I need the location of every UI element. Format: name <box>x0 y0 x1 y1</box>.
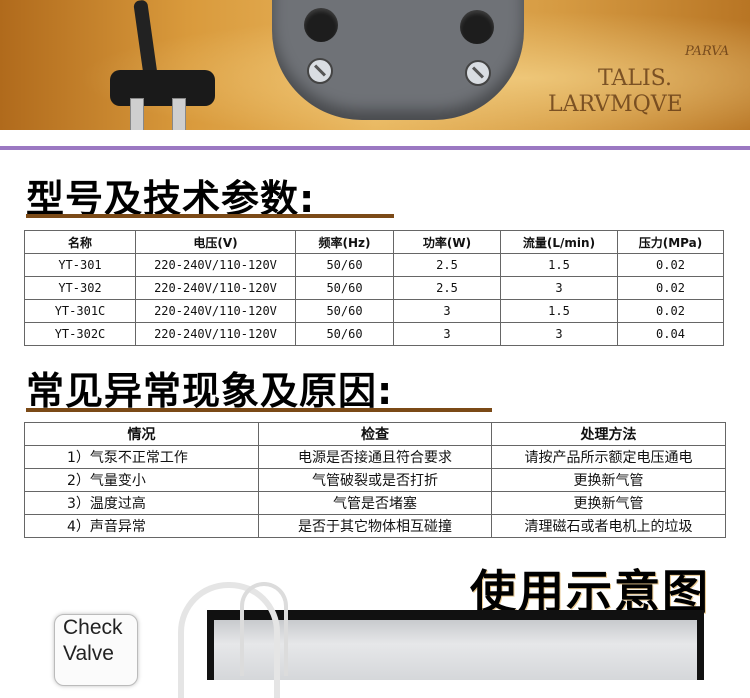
column-header: 名称 <box>24 230 136 254</box>
table-row: 2）气量变小 气管破裂或是否打折 更换新气管 <box>24 468 726 492</box>
air-tube <box>240 582 288 676</box>
table-cell: 50/60 <box>295 253 394 277</box>
table-cell: 220-240V/110-120V <box>135 276 296 300</box>
table-cell: YT-301C <box>24 299 136 323</box>
table-cell: 0.02 <box>617 253 724 277</box>
section-divider <box>0 146 750 150</box>
check-valve-label: Check Valve <box>54 614 138 686</box>
table-cell: 更换新气管 <box>491 468 726 492</box>
table-cell: 3 <box>393 299 501 323</box>
table-cell: 4）声音异常 <box>24 514 259 538</box>
title-underline <box>26 408 492 412</box>
screw-icon <box>465 60 491 86</box>
column-header: 处理方法 <box>491 422 726 446</box>
table-row: YT-302 220-240V/110-120V 50/60 2.5 3 0.0… <box>24 276 724 300</box>
column-header: 功率(W) <box>393 230 501 254</box>
plug-prong <box>172 98 186 130</box>
table-cell: 0.02 <box>617 276 724 300</box>
section-title-troubleshooting: 常见异常现象及原因: <box>26 369 394 413</box>
map-text: LARVMQVE <box>548 92 683 117</box>
table-cell: 清理磁石或者电机上的垃圾 <box>491 514 726 538</box>
rubber-foot <box>460 10 494 44</box>
air-pump-device <box>272 0 524 120</box>
product-banner: TALIS. LARVMQVE PARVA <box>0 0 750 130</box>
table-header-row: 名称 电压(V) 频率(Hz) 功率(W) 流量(L/min) 压力(MPa) <box>24 230 724 254</box>
table-row: 1）气泵不正常工作 电源是否接通且符合要求 请按产品所示额定电压通电 <box>24 445 726 469</box>
table-cell: 1.5 <box>500 299 618 323</box>
column-header: 压力(MPa) <box>617 230 724 254</box>
table-cell: 50/60 <box>295 299 394 323</box>
column-header: 情况 <box>24 422 259 446</box>
column-header: 频率(Hz) <box>295 230 394 254</box>
check-valve-text: Check <box>63 616 123 639</box>
table-header-row: 情况 检查 处理方法 <box>24 422 726 446</box>
table-row: 4）声音异常 是否于其它物体相互碰撞 清理磁石或者电机上的垃圾 <box>24 514 726 538</box>
title-underline <box>26 214 394 218</box>
table-cell: 2）气量变小 <box>24 468 259 492</box>
specs-table: 名称 电压(V) 频率(Hz) 功率(W) 流量(L/min) 压力(MPa) … <box>24 230 724 346</box>
column-header: 流量(L/min) <box>500 230 618 254</box>
map-text: TALIS. <box>598 66 672 91</box>
map-text: PARVA <box>685 44 730 59</box>
rubber-foot <box>304 8 338 42</box>
table-cell: YT-301 <box>24 253 136 277</box>
power-plug <box>110 70 215 106</box>
table-cell: YT-302 <box>24 276 136 300</box>
table-cell: 220-240V/110-120V <box>135 299 296 323</box>
table-row: YT-301C 220-240V/110-120V 50/60 3 1.5 0.… <box>24 299 724 323</box>
table-cell: 0.02 <box>617 299 724 323</box>
table-cell: 220-240V/110-120V <box>135 253 296 277</box>
table-cell: 50/60 <box>295 276 394 300</box>
table-cell: 电源是否接通且符合要求 <box>258 445 492 469</box>
table-cell: YT-302C <box>24 322 136 346</box>
table-cell: 3 <box>393 322 501 346</box>
table-cell: 更换新气管 <box>491 491 726 515</box>
table-cell: 3 <box>500 322 618 346</box>
table-cell: 是否于其它物体相互碰撞 <box>258 514 492 538</box>
table-cell: 气管破裂或是否打折 <box>258 468 492 492</box>
table-cell: 2.5 <box>393 253 501 277</box>
table-cell: 1）气泵不正常工作 <box>24 445 259 469</box>
screw-icon <box>307 58 333 84</box>
table-cell: 2.5 <box>393 276 501 300</box>
table-cell: 气管是否堵塞 <box>258 491 492 515</box>
table-row: YT-301 220-240V/110-120V 50/60 2.5 1.5 0… <box>24 253 724 277</box>
table-cell: 50/60 <box>295 322 394 346</box>
column-header: 电压(V) <box>135 230 296 254</box>
column-header: 检查 <box>258 422 492 446</box>
table-cell: 3）温度过高 <box>24 491 259 515</box>
table-cell: 220-240V/110-120V <box>135 322 296 346</box>
table-row: 3）温度过高 气管是否堵塞 更换新气管 <box>24 491 726 515</box>
table-cell: 请按产品所示额定电压通电 <box>491 445 726 469</box>
troubleshooting-table: 情况 检查 处理方法 1）气泵不正常工作 电源是否接通且符合要求 请按产品所示额… <box>24 422 726 538</box>
check-valve-text: Valve <box>63 642 114 665</box>
plug-prong <box>130 98 144 130</box>
table-cell: 3 <box>500 276 618 300</box>
table-row: YT-302C 220-240V/110-120V 50/60 3 3 0.04 <box>24 322 724 346</box>
table-cell: 1.5 <box>500 253 618 277</box>
table-cell: 0.04 <box>617 322 724 346</box>
